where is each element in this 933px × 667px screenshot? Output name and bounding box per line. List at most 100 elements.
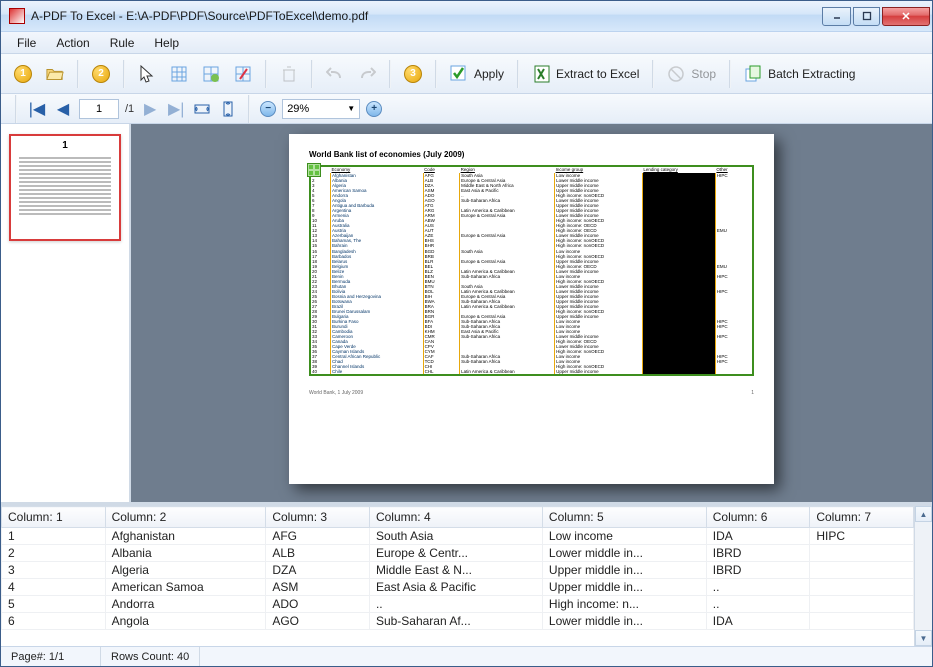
close-button[interactable]: ✕	[882, 7, 930, 26]
fit-width-button[interactable]	[192, 99, 212, 119]
grid-cell[interactable]: IBRD	[706, 562, 810, 579]
grid-cell[interactable]	[810, 562, 914, 579]
step-1-badge[interactable]: 1	[9, 60, 37, 88]
grid-cell[interactable]: Europe & Centr...	[369, 545, 542, 562]
grid-cell[interactable]: Albania	[105, 545, 266, 562]
scroll-up-icon[interactable]: ▲	[915, 506, 932, 522]
grid-cell[interactable]: IBRD	[706, 545, 810, 562]
table-tool-2[interactable]	[197, 60, 225, 88]
menu-rule[interactable]: Rule	[100, 34, 145, 52]
grid-column-header[interactable]: Column: 6	[706, 507, 810, 528]
next-page-button[interactable]: ▶	[140, 99, 160, 119]
grid-cell[interactable]: DZA	[266, 562, 370, 579]
zoom-out-button[interactable]: −	[260, 101, 276, 117]
table-tool-1[interactable]	[165, 60, 193, 88]
maximize-button[interactable]	[853, 7, 880, 26]
fit-height-button[interactable]	[218, 99, 238, 119]
menu-action[interactable]: Action	[46, 34, 99, 52]
grid-cell[interactable]: ..	[369, 596, 542, 613]
step-2-badge[interactable]: 2	[87, 60, 115, 88]
grid-vertical-scrollbar[interactable]: ▲ ▼	[914, 506, 932, 646]
minimize-button[interactable]	[822, 7, 851, 26]
stop-button[interactable]: Stop	[662, 60, 721, 88]
zoom-combo[interactable]: 29%▼	[282, 99, 360, 119]
grid-cell[interactable]: American Samoa	[105, 579, 266, 596]
grid-cell[interactable]: HIPC	[810, 528, 914, 545]
grid-cell[interactable]	[810, 613, 914, 630]
grid-cell[interactable]: 4	[2, 579, 106, 596]
zoom-in-button[interactable]: +	[366, 101, 382, 117]
apply-button[interactable]: Apply	[445, 60, 509, 88]
grid-cell[interactable]: Sub-Saharan Af...	[369, 613, 542, 630]
page-total: /1	[125, 103, 134, 115]
grid-cell[interactable]: South Asia	[369, 528, 542, 545]
step-3-badge[interactable]: 3	[399, 60, 427, 88]
grid-cell[interactable]: IDA	[706, 613, 810, 630]
selection-handle-icon[interactable]	[307, 163, 321, 177]
open-file-button[interactable]	[41, 60, 69, 88]
scroll-down-icon[interactable]: ▼	[915, 630, 932, 646]
grid-cell[interactable]: 3	[2, 562, 106, 579]
grid-cell[interactable]: AGO	[266, 613, 370, 630]
grid-column-header[interactable]: Column: 3	[266, 507, 370, 528]
titlebar[interactable]: A-PDF To Excel - E:\A-PDF\PDF\Source\PDF…	[1, 1, 932, 32]
table-row[interactable]: 6AngolaAGOSub-Saharan Af...Lower middle …	[2, 613, 914, 630]
table-row[interactable]: 2AlbaniaALBEurope & Centr...Lower middle…	[2, 545, 914, 562]
first-page-button[interactable]: |◀	[27, 99, 47, 119]
grid-cell[interactable]	[810, 579, 914, 596]
grid-cell[interactable]: ALB	[266, 545, 370, 562]
grid-cell[interactable]	[810, 545, 914, 562]
grid-cell[interactable]: Low income	[542, 528, 706, 545]
grid-cell[interactable]: 1	[2, 528, 106, 545]
pdf-page[interactable]: World Bank list of economies (July 2009)…	[289, 134, 774, 484]
grid-cell[interactable]: ASM	[266, 579, 370, 596]
data-grid[interactable]: Column: 1Column: 2Column: 3Column: 4Colu…	[1, 506, 914, 646]
menu-file[interactable]: File	[7, 34, 46, 52]
table-tool-3[interactable]	[229, 60, 257, 88]
grid-cell[interactable]: Upper middle in...	[542, 562, 706, 579]
table-row[interactable]: 4American SamoaASMEast Asia & PacificUpp…	[2, 579, 914, 596]
prev-page-button[interactable]: ◀	[53, 99, 73, 119]
menu-help[interactable]: Help	[144, 34, 189, 52]
extract-button[interactable]: Extract to Excel	[527, 60, 644, 88]
pdf-viewer[interactable]: World Bank list of economies (July 2009)…	[131, 124, 932, 502]
grid-cell[interactable]: Andorra	[105, 596, 266, 613]
grid-cell[interactable]: High income: n...	[542, 596, 706, 613]
grid-column-header[interactable]: Column: 1	[2, 507, 106, 528]
grid-column-header[interactable]: Column: 2	[105, 507, 266, 528]
grid-cell[interactable]: 5	[2, 596, 106, 613]
grid-cell[interactable]: Algeria	[105, 562, 266, 579]
table-row[interactable]: 3AlgeriaDZAMiddle East & N...Upper middl…	[2, 562, 914, 579]
grid-column-header[interactable]: Column: 5	[542, 507, 706, 528]
extracted-data-grid: Column: 1Column: 2Column: 3Column: 4Colu…	[1, 506, 932, 646]
delete-button[interactable]	[275, 60, 303, 88]
grid-cell[interactable]: 6	[2, 613, 106, 630]
pdf-table-selection[interactable]: EconomyCodeRegionIncome groupLending cat…	[309, 165, 754, 376]
undo-button[interactable]	[321, 60, 349, 88]
grid-cell[interactable]: ..	[706, 579, 810, 596]
grid-cell[interactable]: East Asia & Pacific	[369, 579, 542, 596]
table-row[interactable]: 1AfghanistanAFGSouth AsiaLow incomeIDAHI…	[2, 528, 914, 545]
grid-cell[interactable]	[810, 596, 914, 613]
cursor-tool-button[interactable]	[133, 60, 161, 88]
page-number-input[interactable]	[79, 99, 119, 119]
grid-cell[interactable]: AFG	[266, 528, 370, 545]
last-page-button[interactable]: ▶|	[166, 99, 186, 119]
redo-button[interactable]	[353, 60, 381, 88]
thumbnail-panel[interactable]: 1	[1, 124, 131, 502]
grid-column-header[interactable]: Column: 4	[369, 507, 542, 528]
grid-cell[interactable]: 2	[2, 545, 106, 562]
grid-column-header[interactable]: Column: 7	[810, 507, 914, 528]
batch-button[interactable]: Batch Extracting	[739, 60, 860, 88]
grid-cell[interactable]: ..	[706, 596, 810, 613]
grid-cell[interactable]: Lower middle in...	[542, 545, 706, 562]
thumbnail-page-1[interactable]: 1	[9, 134, 121, 241]
grid-cell[interactable]: Angola	[105, 613, 266, 630]
grid-cell[interactable]: Lower middle in...	[542, 613, 706, 630]
table-row[interactable]: 5AndorraADO..High income: n.....	[2, 596, 914, 613]
grid-cell[interactable]: Afghanistan	[105, 528, 266, 545]
grid-cell[interactable]: Upper middle in...	[542, 579, 706, 596]
grid-cell[interactable]: IDA	[706, 528, 810, 545]
grid-cell[interactable]: ADO	[266, 596, 370, 613]
grid-cell[interactable]: Middle East & N...	[369, 562, 542, 579]
